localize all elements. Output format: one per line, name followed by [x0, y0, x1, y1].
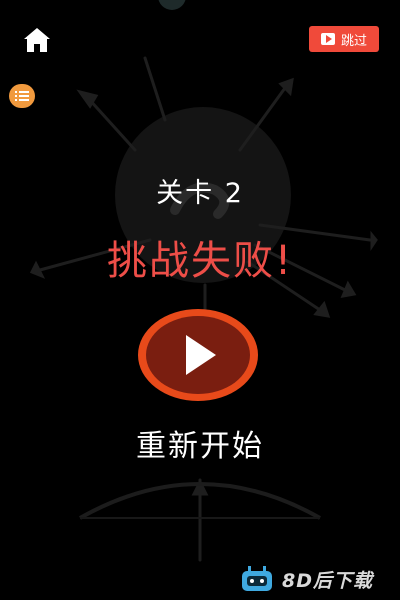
level-title: 关卡 2 [156, 178, 244, 209]
arrow-shaft [143, 56, 167, 122]
challenge-failed-text: 挑战失败! [106, 238, 294, 284]
top-avatar [158, 0, 186, 10]
game-over-screen: 跳过 关卡 2 挑战失败! 重新开始 8D后下载 [0, 0, 400, 600]
arrow-head [313, 300, 331, 318]
menu-button[interactable] [9, 84, 35, 108]
background-art [29, 0, 378, 562]
restart-label[interactable]: 重新开始 [0, 421, 400, 465]
play-icon [186, 335, 216, 375]
arrow-shaft [86, 96, 137, 152]
skip-button[interactable]: 跳过 [309, 26, 379, 52]
watermark-text: 8D后下载 [282, 569, 373, 592]
video-play-icon [320, 33, 335, 45]
robot-mascot-icon [242, 566, 272, 591]
home-icon[interactable] [22, 26, 52, 54]
watermark: 8D后下载 [240, 564, 373, 594]
replay-button[interactable] [138, 309, 258, 401]
skip-button-label: 跳过 [340, 33, 367, 49]
